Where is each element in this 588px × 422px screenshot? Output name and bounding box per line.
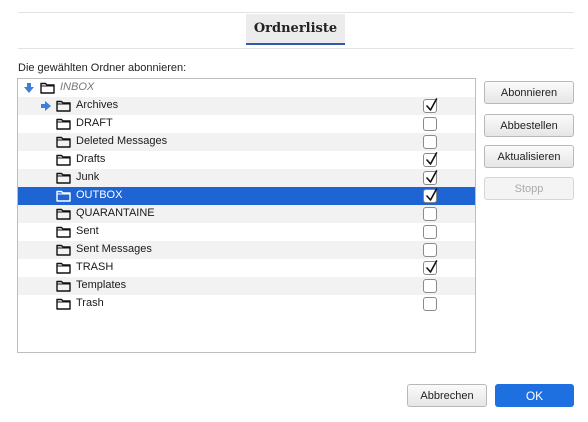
- folder-row[interactable]: QUARANTAINE: [18, 205, 475, 223]
- subscribe-checkbox[interactable]: [423, 117, 437, 131]
- folder-icon: [56, 262, 71, 274]
- folder-icon: [56, 298, 71, 310]
- folder-row[interactable]: Templates: [18, 277, 475, 295]
- checkmark-icon: [426, 188, 438, 201]
- folder-icon: [40, 82, 55, 94]
- tab-folder-list[interactable]: Ordnerliste: [246, 14, 345, 45]
- top-divider: [18, 12, 574, 13]
- folder-icon: [56, 190, 71, 202]
- subscribe-checkbox[interactable]: [423, 98, 438, 113]
- folder-icon: [56, 172, 71, 184]
- folder-name: Sent Messages: [76, 243, 152, 255]
- folder-icon: [56, 154, 71, 166]
- folder-name: OUTBOX: [76, 189, 123, 201]
- folder-name: TRASH: [76, 261, 114, 273]
- checkmark-icon: [426, 152, 438, 165]
- subscribe-checkbox[interactable]: [423, 188, 438, 203]
- checkmark-icon: [426, 98, 438, 111]
- folder-name: Deleted Messages: [76, 135, 168, 147]
- subscribe-checkbox[interactable]: [423, 225, 437, 239]
- subscribe-checkbox[interactable]: [423, 243, 437, 257]
- folder-name: Templates: [76, 279, 127, 291]
- folder-row-inbox[interactable]: INBOX: [18, 79, 475, 97]
- folder-name: QUARANTAINE: [76, 207, 155, 219]
- tab-divider: [18, 48, 574, 49]
- tab-bar: Ordnerliste: [0, 14, 588, 48]
- subscribe-checkbox[interactable]: [423, 207, 437, 221]
- folder-icon: [56, 136, 71, 148]
- folder-row[interactable]: Sent: [18, 223, 475, 241]
- folder-row[interactable]: Sent Messages: [18, 241, 475, 259]
- subscribe-checkbox[interactable]: [423, 135, 437, 149]
- ok-button[interactable]: OK: [495, 384, 574, 407]
- arrow-down-icon[interactable]: [23, 82, 35, 94]
- folder-icon: [56, 118, 71, 130]
- folder-list[interactable]: INBOX Archives DRAFT Deleted Messages Draft…: [17, 78, 476, 353]
- folder-row[interactable]: Deleted Messages: [18, 133, 475, 151]
- arrow-right-icon[interactable]: [40, 100, 52, 112]
- cancel-button[interactable]: Abbrechen: [407, 384, 487, 407]
- folder-icon: [56, 244, 71, 256]
- folder-row[interactable]: OUTBOX: [18, 187, 475, 205]
- folder-row[interactable]: Drafts: [18, 151, 475, 169]
- checkmark-icon: [426, 170, 438, 183]
- folder-icon: [56, 226, 71, 238]
- folder-name: Archives: [76, 99, 119, 111]
- folder-row[interactable]: Trash: [18, 295, 475, 313]
- refresh-button[interactable]: Aktualisieren: [484, 145, 574, 168]
- folder-list-label: Die gewählten Ordner abonnieren:: [18, 62, 187, 74]
- folder-icon: [56, 280, 71, 292]
- folder-name: Junk: [76, 171, 100, 183]
- folder-icon: [56, 208, 71, 220]
- folder-name: Trash: [76, 297, 104, 309]
- folder-row[interactable]: DRAFT: [18, 115, 475, 133]
- subscribe-checkbox[interactable]: [423, 170, 438, 185]
- folder-row[interactable]: Archives: [18, 97, 475, 115]
- folder-row[interactable]: Junk: [18, 169, 475, 187]
- checkmark-icon: [426, 260, 438, 273]
- folder-name: DRAFT: [76, 117, 113, 129]
- subscribe-checkbox[interactable]: [423, 297, 437, 311]
- folder-name: Drafts: [76, 153, 106, 165]
- subscribe-button[interactable]: Abonnieren: [484, 81, 574, 104]
- subscribe-checkbox[interactable]: [423, 152, 438, 167]
- folder-name: INBOX: [60, 81, 95, 93]
- unsubscribe-button[interactable]: Abbestellen: [484, 114, 574, 137]
- subscribe-checkbox[interactable]: [423, 279, 437, 293]
- folder-name: Sent: [76, 225, 99, 237]
- subscribe-checkbox[interactable]: [423, 260, 438, 275]
- stop-button: Stopp: [484, 177, 574, 200]
- folder-icon: [56, 100, 71, 112]
- folder-row[interactable]: TRASH: [18, 259, 475, 277]
